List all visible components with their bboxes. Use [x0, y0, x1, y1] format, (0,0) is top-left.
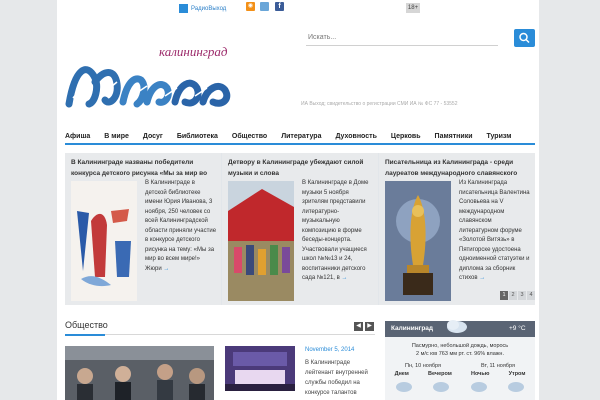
read-more-arrow[interactable]: →	[341, 275, 347, 281]
age-badge: 18+	[406, 3, 420, 13]
forecast-part: Днем	[394, 371, 409, 377]
weather-desc-line: Пасмурно, небольшой дождь, морось	[411, 343, 509, 349]
slide-item[interactable]: В Калининграде названы победители конкур…	[65, 153, 221, 305]
slide-item[interactable]: Писательница из Калининграда - среди лау…	[379, 153, 535, 305]
weather-description: Пасмурно, небольшой дождь, морось 2 м/с …	[385, 342, 535, 358]
slide-item[interactable]: Детвору в Калининграде убеждают силой му…	[222, 153, 378, 305]
slide-image[interactable]	[71, 181, 137, 301]
forecast-part: Утром	[508, 371, 526, 377]
nav-item-library[interactable]: Библиотека	[177, 131, 218, 143]
nav-item-world[interactable]: В мире	[104, 131, 129, 143]
nav-item-monuments[interactable]: Памятники	[435, 131, 473, 143]
nav-item-literature[interactable]: Литература	[281, 131, 321, 143]
slide-title[interactable]: В Калининграде названы победители конкур…	[71, 157, 217, 179]
forecast-day-parts: Днем Вечером Ночью Утром	[385, 371, 535, 377]
news-image[interactable]	[225, 346, 295, 391]
next-arrow-icon[interactable]: ▶	[365, 322, 374, 331]
page: РадиоВыход ◉ f 18+ калининград Искать...…	[57, 0, 539, 400]
forecast-part: Ночью	[470, 371, 490, 377]
radio-link[interactable]: РадиоВыход	[179, 4, 226, 13]
weather-desc-line: 2 м/с юв 763 мм рт. ст. 96% влажн.	[415, 351, 504, 357]
rain-cloud-icon	[447, 320, 467, 333]
slide-text-body: Из Калининграда писательница Валентина С…	[459, 180, 530, 281]
weather-widget: Калининград +9 °C Пасмурно, небольшой до…	[385, 320, 535, 400]
prev-arrow-icon[interactable]: ◀	[354, 322, 363, 331]
radio-icon	[179, 4, 188, 13]
forecast-day: Пн, 10 ноября	[405, 363, 441, 369]
slide-text-body: В Калининграде в детской библиотеке имен…	[145, 180, 217, 272]
weather-header: Калининград +9 °C	[385, 320, 535, 337]
forecast-part: Вечером	[427, 371, 452, 377]
search-icon	[519, 32, 530, 44]
nav-item-leisure[interactable]: Досуг	[143, 131, 163, 143]
read-more-arrow[interactable]: →	[479, 275, 485, 281]
main-nav: Афиша В мире Досуг Библиотека Общество Л…	[65, 131, 535, 145]
weather-temp: +9 °C	[509, 325, 526, 332]
news-image[interactable]	[65, 346, 214, 400]
cloud-icon	[395, 382, 412, 392]
page-3-button[interactable]: 3	[518, 291, 526, 300]
slide-text: В Калининграде в Доме музыки 5 ноября зр…	[302, 179, 374, 284]
read-more-arrow[interactable]: →	[163, 266, 169, 272]
nav-item-spirituality[interactable]: Духовность	[335, 131, 376, 143]
slide-title[interactable]: Детвору в Калининграде убеждают силой му…	[228, 157, 374, 179]
slide-image[interactable]	[228, 181, 294, 301]
forecast-icons	[385, 379, 535, 393]
rss-icon[interactable]: ◉	[246, 2, 255, 11]
section-title[interactable]: Общество	[65, 320, 108, 330]
slide-text: Из Калининграда писательница Валентина С…	[459, 179, 531, 284]
news-date: November 5, 2014	[305, 347, 355, 353]
nav-item-tourism[interactable]: Туризм	[487, 131, 512, 143]
radio-label: РадиоВыход	[191, 5, 227, 12]
news-excerpt[interactable]: В Калининграде лейтенант внутренней служ…	[305, 358, 377, 398]
page-1-button[interactable]: 1	[500, 291, 508, 300]
page-4-button[interactable]: 4	[527, 291, 535, 300]
slide-text-body: В Калининграде в Доме музыки 5 ноября зр…	[302, 180, 369, 281]
slide-title[interactable]: Писательница из Калининграда - среди лау…	[385, 157, 531, 179]
slide-text: В Калининграде в детской библиотеке имен…	[145, 179, 217, 274]
weather-city: Калининград	[391, 325, 434, 332]
vk-icon[interactable]	[260, 2, 269, 11]
cloud-icon	[508, 382, 525, 392]
featured-slider: В Калининграде названы победители конкур…	[65, 153, 535, 305]
section-divider	[65, 334, 375, 336]
cloud-icon	[433, 382, 450, 392]
nav-item-afisha[interactable]: Афиша	[65, 131, 90, 143]
cloud-icon	[470, 382, 487, 392]
registration-note: ИА Выход; свидетельство о регистрации СМ…	[301, 101, 458, 107]
top-bar: РадиоВыход ◉ f 18+	[57, 0, 539, 16]
nav-item-society[interactable]: Общество	[232, 131, 267, 143]
search-input[interactable]: Искать...	[306, 30, 498, 46]
slider-pagination: 1 2 3 4	[500, 291, 535, 300]
site-logo[interactable]: калининград	[65, 30, 241, 110]
slide-image[interactable]	[385, 181, 451, 301]
facebook-icon[interactable]: f	[275, 2, 284, 11]
logo-script-image	[65, 66, 231, 108]
page-2-button[interactable]: 2	[509, 291, 517, 300]
forecast-days: Пн, 10 ноября Вт, 11 ноября	[385, 363, 535, 369]
search-button[interactable]	[514, 29, 535, 47]
nav-item-church[interactable]: Церковь	[391, 131, 421, 143]
forecast-day: Вт, 11 ноября	[481, 363, 515, 369]
